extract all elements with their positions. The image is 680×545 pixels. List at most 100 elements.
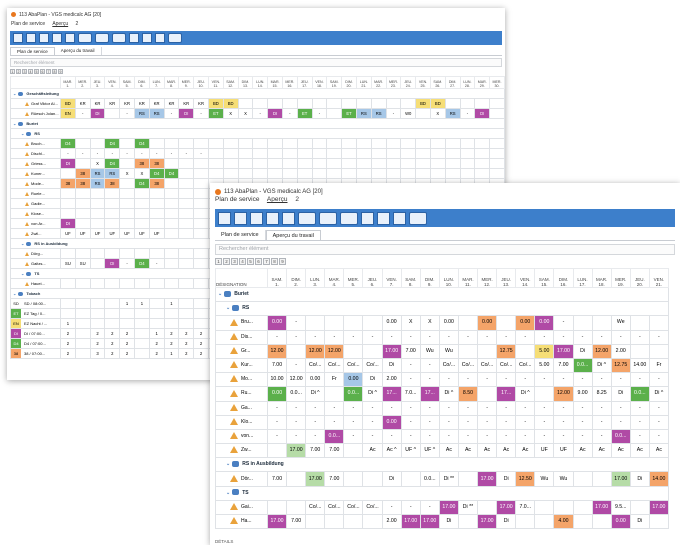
schedule-cell[interactable]: - xyxy=(178,148,195,159)
schedule-cell[interactable] xyxy=(104,318,121,329)
schedule-cell[interactable] xyxy=(415,148,431,159)
schedule-cell[interactable] xyxy=(296,148,313,159)
schedule-cell[interactable]: 10.00 xyxy=(266,372,288,388)
schedule-cell[interactable] xyxy=(163,318,180,329)
schedule-cell[interactable]: Di xyxy=(496,471,517,487)
schedule-cell[interactable]: Di xyxy=(572,343,593,359)
grid-icon[interactable] xyxy=(95,33,109,43)
schedule-cell[interactable] xyxy=(385,158,402,169)
schedule-cell[interactable]: - xyxy=(133,148,150,159)
schedule-cell[interactable] xyxy=(237,168,254,179)
schedule-cell[interactable]: - xyxy=(419,414,440,430)
schedule-cell[interactable] xyxy=(629,315,650,331)
row-label[interactable]: Dör... xyxy=(215,471,268,487)
schedule-cell[interactable]: 0.0... xyxy=(286,386,307,402)
schedule-cell[interactable] xyxy=(305,315,326,331)
schedule-cell[interactable]: - xyxy=(629,372,650,388)
schedule-cell[interactable] xyxy=(489,148,505,159)
schedule-cell[interactable]: 1 xyxy=(163,298,180,309)
schedule-cell[interactable]: 17.00 xyxy=(648,499,669,516)
schedule-cell[interactable] xyxy=(457,513,479,530)
schedule-cell[interactable]: - xyxy=(419,372,440,388)
schedule-cell[interactable]: 5.00 xyxy=(534,343,555,359)
level-button-9[interactable]: 9 xyxy=(279,258,286,265)
schedule-cell[interactable]: - xyxy=(286,414,307,430)
schedule-cell[interactable] xyxy=(237,148,254,159)
schedule-cell[interactable]: UF xyxy=(553,443,574,459)
schedule-cell[interactable]: 0.00 xyxy=(438,315,459,331)
level-button-1[interactable]: 1 xyxy=(215,258,222,265)
schedule-cell[interactable]: KR xyxy=(193,98,209,109)
schedule-cell[interactable] xyxy=(311,168,328,179)
schedule-cell[interactable]: D4 xyxy=(60,138,76,149)
schedule-cell[interactable]: 2 xyxy=(119,328,135,339)
schedule-cell[interactable] xyxy=(385,138,402,149)
schedule-cell[interactable] xyxy=(459,138,476,149)
schedule-cell[interactable] xyxy=(267,138,283,149)
schedule-cell[interactable] xyxy=(400,98,417,109)
schedule-cell[interactable] xyxy=(89,198,106,209)
schedule-cell[interactable]: DI xyxy=(474,108,491,119)
schedule-cell[interactable] xyxy=(74,138,91,149)
group-label[interactable]: ⌄ RS xyxy=(215,301,669,317)
schedule-cell[interactable] xyxy=(89,248,106,259)
back-menu-apercu[interactable]: Aperçu xyxy=(52,21,68,27)
schedule-cell[interactable]: 17.00 xyxy=(477,513,498,530)
row-label[interactable]: Dischl... xyxy=(10,148,61,159)
schedule-cell[interactable]: - xyxy=(400,329,421,345)
schedule-cell[interactable] xyxy=(119,158,135,169)
schedule-cell[interactable]: - xyxy=(400,499,421,516)
schedule-cell[interactable]: 2 xyxy=(60,338,76,349)
schedule-cell[interactable] xyxy=(193,298,209,309)
schedule-cell[interactable] xyxy=(370,158,387,169)
schedule-cell[interactable]: KR xyxy=(178,98,195,109)
group-label[interactable]: ⌄ Geschäftsleitung xyxy=(10,88,505,99)
schedule-cell[interactable]: 14.00 xyxy=(629,357,650,374)
schedule-cell[interactable]: 38 xyxy=(148,178,165,189)
row-label[interactable]: Ha... xyxy=(215,513,268,530)
schedule-cell[interactable]: 2 xyxy=(104,338,121,349)
schedule-cell[interactable]: - xyxy=(553,400,574,416)
schedule-cell[interactable]: X xyxy=(89,158,106,169)
schedule-cell[interactable]: - xyxy=(438,329,459,345)
schedule-cell[interactable]: - xyxy=(286,357,307,374)
schedule-cell[interactable] xyxy=(362,343,383,359)
schedule-cell[interactable] xyxy=(267,148,283,159)
schedule-cell[interactable]: - xyxy=(362,414,383,430)
schedule-cell[interactable]: - xyxy=(119,108,135,119)
schedule-cell[interactable]: - xyxy=(629,414,650,430)
schedule-cell[interactable] xyxy=(207,158,224,169)
schedule-cell[interactable]: - xyxy=(648,400,669,416)
schedule-cell[interactable]: Ac xyxy=(572,443,593,459)
schedule-cell[interactable]: 2 xyxy=(148,348,165,359)
schedule-cell[interactable]: BD xyxy=(207,98,224,109)
schedule-cell[interactable] xyxy=(60,208,76,219)
schedule-cell[interactable]: X xyxy=(429,108,446,119)
schedule-cell[interactable] xyxy=(163,308,180,319)
schedule-cell[interactable] xyxy=(400,168,417,179)
row-label[interactable]: Mo... xyxy=(215,372,268,388)
save-icon[interactable] xyxy=(13,33,23,43)
schedule-cell[interactable]: X xyxy=(133,168,150,179)
schedule-cell[interactable] xyxy=(74,338,91,349)
schedule-cell[interactable]: 17.00 xyxy=(286,443,307,459)
schedule-cell[interactable]: 0.00 xyxy=(305,372,326,388)
schedule-cell[interactable] xyxy=(400,471,421,487)
table-icon[interactable] xyxy=(298,211,316,225)
schedule-cell[interactable] xyxy=(474,138,491,149)
schedule-cell[interactable] xyxy=(119,208,135,219)
schedule-cell[interactable]: DI xyxy=(104,258,121,269)
schedule-cell[interactable] xyxy=(178,308,195,319)
row-label[interactable]: Graf Viktor Al... xyxy=(10,98,61,109)
schedule-cell[interactable]: 12.50 xyxy=(515,471,536,487)
schedule-cell[interactable]: UF xyxy=(148,228,165,239)
schedule-cell[interactable] xyxy=(89,208,106,219)
schedule-cell[interactable] xyxy=(343,471,364,487)
schedule-cell[interactable] xyxy=(324,315,345,331)
schedule-cell[interactable]: Di xyxy=(629,513,650,530)
schedule-cell[interactable]: Ac xyxy=(457,443,479,459)
schedule-cell[interactable]: 1 xyxy=(133,298,150,309)
schedule-cell[interactable]: - xyxy=(572,428,593,445)
schedule-cell[interactable]: - xyxy=(591,329,612,345)
schedule-cell[interactable]: 7.00 xyxy=(266,471,288,487)
